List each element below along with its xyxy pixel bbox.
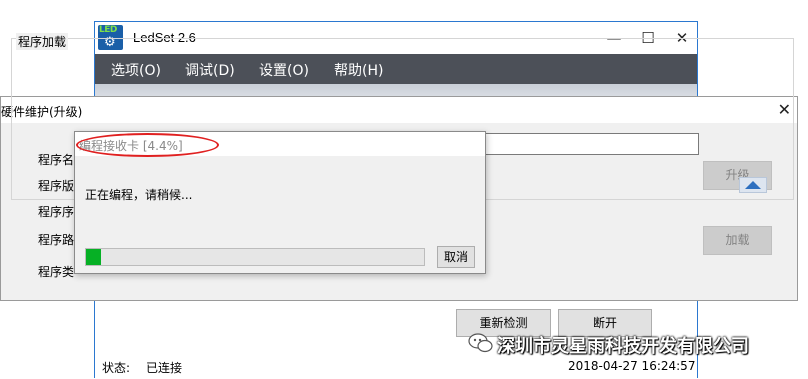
company-watermark: 深圳市灵星雨科技开发有限公司 xyxy=(497,336,749,357)
program-version-label: 程序版 xyxy=(38,179,75,193)
logo-led-text: LED xyxy=(99,25,117,35)
program-type-label: 程序类 xyxy=(38,265,75,279)
triangle-up-icon xyxy=(745,181,761,189)
wechat-icon xyxy=(468,333,493,353)
status-timestamp: 2018-04-27 16:24:57 xyxy=(568,359,696,373)
program-name-label: 程序名 xyxy=(38,153,75,167)
cancel-button[interactable]: 取消 xyxy=(437,246,475,268)
progress-message: 正在编程，请稍候... xyxy=(85,188,193,202)
program-sequence-label: 程序序 xyxy=(38,205,75,219)
progress-bar xyxy=(85,248,425,266)
progress-bar-fill xyxy=(86,249,101,265)
status-label: 状态: xyxy=(102,361,131,375)
scroll-up-button[interactable] xyxy=(739,177,767,193)
program-path-input[interactable] xyxy=(484,133,699,155)
program-path-label: 程序路 xyxy=(38,233,75,247)
highlight-annotation-ellipse xyxy=(76,133,219,157)
status-value: 已连接 xyxy=(146,361,183,375)
program-load-group-title: 程序加载 xyxy=(16,33,69,50)
load-button[interactable]: 加载 xyxy=(703,226,772,255)
